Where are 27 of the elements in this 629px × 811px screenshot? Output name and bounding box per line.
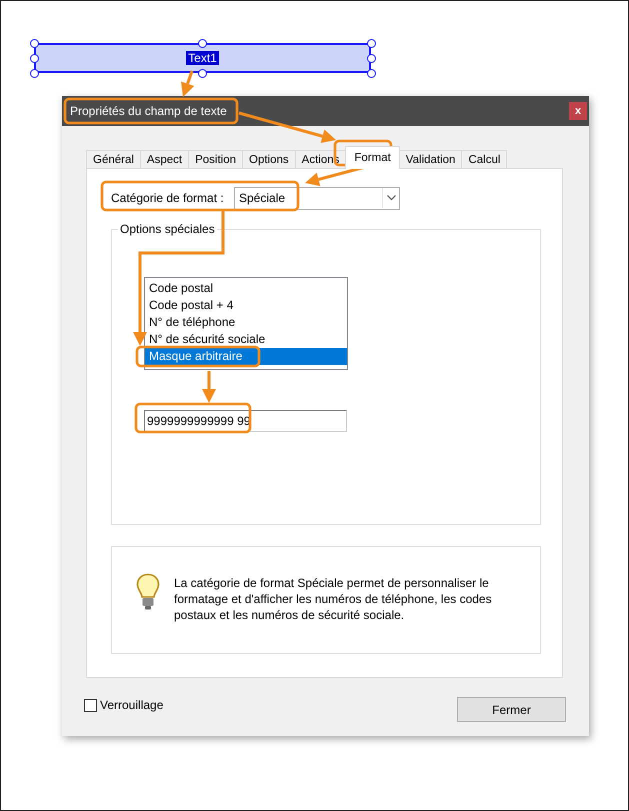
list-item[interactable]: Masque arbitraire [145,348,347,365]
form-text-field[interactable]: Text1 [34,43,371,73]
window-title: Propriétés du champ de texte [70,104,227,118]
category-dropdown[interactable]: Spéciale [234,186,400,210]
tab[interactable]: Format [345,146,400,169]
dropdown-value: Spéciale [239,191,286,205]
list-item[interactable]: N° de sécurité sociale [145,331,347,348]
list-item[interactable]: N° de téléphone [145,314,347,331]
chevron-down-icon [386,195,396,201]
field-name: Text1 [186,51,219,65]
tab[interactable]: Options [242,150,296,168]
info-text: La catégorie de format Spéciale permet de personnaliser le formatage et d'afficher les numéros de téléphone, les codes postaux et les numéros de sécurité sociale. [174,575,493,623]
tab[interactable]: Calcul [461,150,508,168]
checkbox[interactable] [84,698,97,712]
category-label: Catégorie de format : [111,191,225,205]
checkbox-label: Verrouillage [100,698,164,712]
lightbulb-icon [136,573,160,611]
annotation-arrow [180,70,194,97]
annotation-arrow [202,371,216,403]
tab[interactable]: Général [86,150,141,168]
close-button[interactable]: x [569,102,587,120]
resize-handle[interactable] [198,38,207,48]
tab[interactable]: Aspect [140,150,190,168]
list-item[interactable]: Code postal [145,280,347,297]
list-item[interactable]: Code postal + 4 [145,297,347,314]
close-dialog-button[interactable]: Fermer [457,697,566,722]
group-title: Options spéciales [118,222,217,236]
